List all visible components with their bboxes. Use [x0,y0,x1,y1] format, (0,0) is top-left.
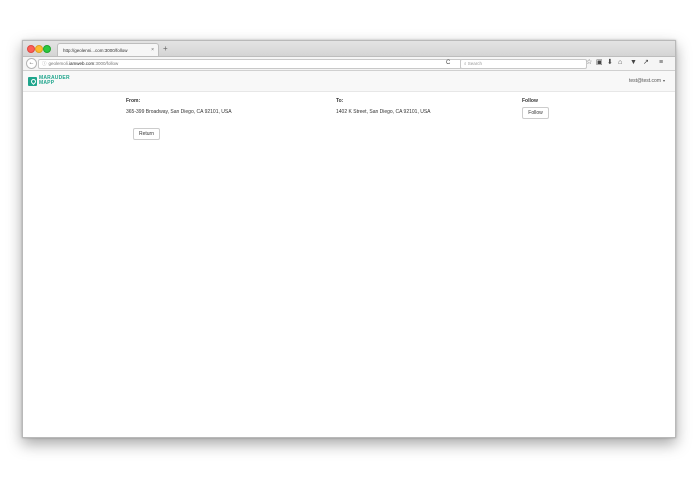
share-icon[interactable]: ↗ [643,58,649,68]
url-bar[interactable]: ⓘ geolemoli.iamweb.com:3000/follow [38,59,462,69]
navigation-bar: ← ⓘ geolemoli.iamweb.com:3000/follow C ⌕ … [23,57,675,71]
pocket-icon[interactable]: ▼ [630,58,637,68]
user-email: test@test.com [628,78,661,84]
return-button[interactable]: Return [133,128,160,140]
close-window-button[interactable] [27,45,35,53]
back-button[interactable]: ← [26,58,37,69]
chevron-down-icon: ▾ [662,78,665,83]
follow-label: Follow [522,98,538,104]
browser-window: http://geolenni...com:3000/follow × + ← … [22,40,676,438]
search-input[interactable]: ⌕ Search [460,59,587,69]
user-menu[interactable]: test@test.com ▾ [629,77,665,85]
menu-icon[interactable]: ≡ [659,58,663,68]
download-icon[interactable]: ⬇ [607,58,613,68]
search-placeholder: Search [467,61,483,66]
search-icon: ⌕ [464,61,467,66]
from-label: From: [126,98,141,104]
reading-list-icon[interactable]: ▣ [596,58,603,68]
map-pin-icon[interactable] [28,77,37,86]
tab-title: http://geolenni...com:3000/follow [63,48,128,53]
bookmark-star-icon[interactable]: ☆ [586,58,592,68]
to-address: 1402 K Street, San Diego, CA 92101, USA [336,109,431,115]
app-header: MARAUDER MAPP test@test.com ▾ [23,71,675,92]
url-prefix: geolemoli. [48,61,70,66]
to-label: To: [336,98,344,104]
reload-icon[interactable]: C [446,59,450,67]
tab-close-icon[interactable]: × [151,44,154,57]
from-address: 365-399 Broadway, San Diego, CA 92101, U… [126,109,232,115]
follow-button[interactable]: Follow [522,107,549,119]
logo-line2: MAPP [39,80,55,86]
tab-strip: http://geolenni...com:3000/follow × + [23,41,675,57]
app-logo[interactable]: MARAUDER MAPP [39,76,70,86]
new-tab-button[interactable]: + [163,43,168,54]
browser-tab[interactable]: http://geolenni...com:3000/follow × [57,43,159,56]
info-icon[interactable]: ⓘ [42,61,47,66]
url-path: :3000/follow [94,61,119,66]
home-icon[interactable]: ⌂ [618,58,622,68]
zoom-window-button[interactable] [43,45,51,53]
url-domain: iamweb.com [69,61,95,66]
minimize-window-button[interactable] [35,45,43,53]
